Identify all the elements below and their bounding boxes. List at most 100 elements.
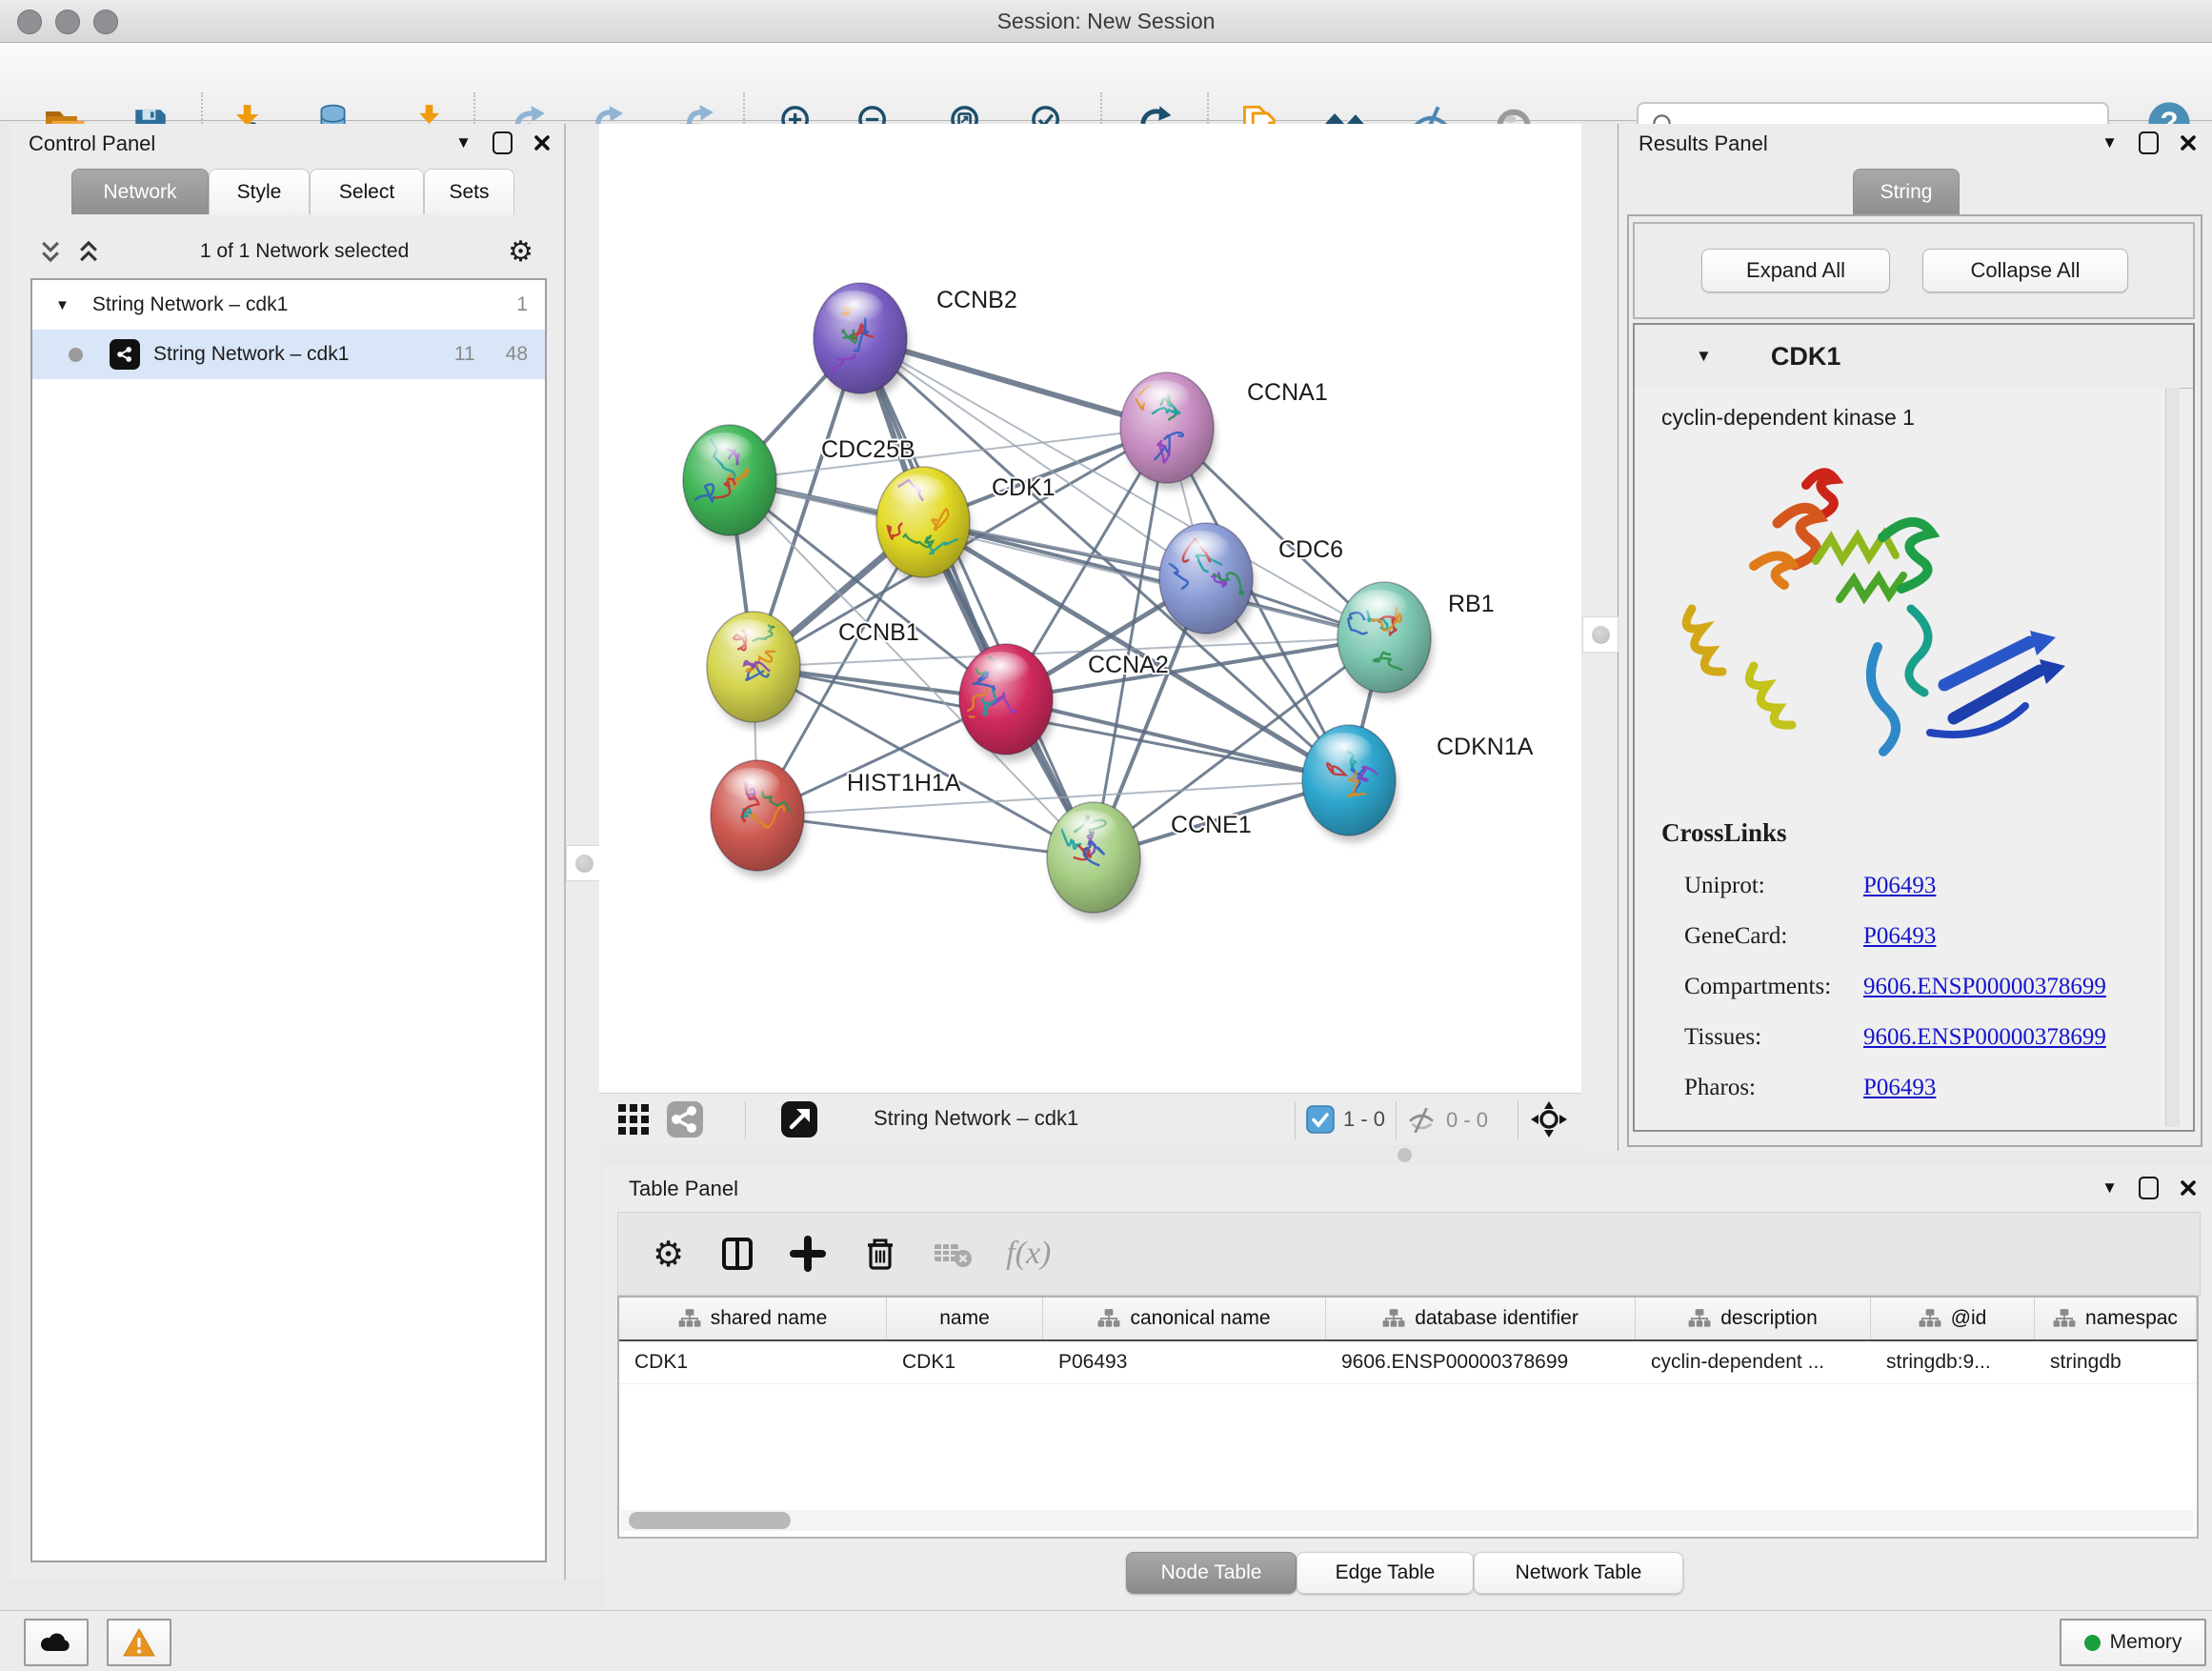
add-column-icon[interactable] bbox=[789, 1235, 827, 1273]
tab-edge-table[interactable]: Edge Table bbox=[1297, 1552, 1474, 1594]
share-view-icon[interactable] bbox=[666, 1100, 704, 1138]
tab-style[interactable]: Style bbox=[209, 169, 310, 214]
network-list: ▼ String Network – cdk1 1 String Network… bbox=[30, 278, 547, 1562]
tab-select[interactable]: Select bbox=[310, 169, 424, 214]
window-title: Session: New Session bbox=[0, 9, 2212, 34]
delete-column-icon[interactable] bbox=[861, 1235, 899, 1273]
detach-view-icon[interactable] bbox=[780, 1100, 818, 1138]
grid-view-icon[interactable] bbox=[614, 1100, 653, 1138]
panel-close-icon[interactable] bbox=[2180, 1179, 2197, 1197]
crosslink-link[interactable]: P06493 bbox=[1863, 1075, 1936, 1101]
network-node-RB1[interactable] bbox=[1337, 582, 1433, 699]
entry-expander-icon[interactable]: ▼ bbox=[1696, 347, 1712, 366]
table-toolbar: ⚙ f(x) bbox=[617, 1212, 2201, 1296]
network-view-title: String Network – cdk1 bbox=[874, 1106, 1078, 1131]
table-cell[interactable]: CDK1 bbox=[887, 1341, 1043, 1383]
left-splitter-handle[interactable] bbox=[566, 845, 602, 881]
network-node-CCNB1[interactable] bbox=[707, 612, 802, 729]
network-node-CDK1[interactable] bbox=[876, 467, 972, 584]
tab-string[interactable]: String bbox=[1853, 169, 1960, 214]
expand-all-networks-icon[interactable] bbox=[76, 239, 101, 264]
crosslink-link[interactable]: P06493 bbox=[1863, 923, 1936, 950]
expand-all-button[interactable]: Expand All bbox=[1701, 249, 1890, 292]
network-edge-CCNA2-CDKN1A[interactable] bbox=[1006, 699, 1349, 780]
column-header-description[interactable]: description bbox=[1636, 1298, 1871, 1339]
collapse-all-button[interactable]: Collapse All bbox=[1922, 249, 2128, 292]
panel-float-icon[interactable] bbox=[2139, 131, 2159, 154]
node-label-CDC25B: CDC25B bbox=[821, 436, 915, 463]
panel-collapse-icon[interactable]: ▼ bbox=[2101, 133, 2118, 152]
table-row[interactable]: CDK1CDK1P064939606.ENSP00000378699cyclin… bbox=[619, 1341, 2197, 1384]
show-columns-icon[interactable] bbox=[718, 1235, 756, 1273]
column-header-canonical-name[interactable]: canonical name bbox=[1043, 1298, 1326, 1339]
network-edge-CCNE1-HIST1H1A[interactable] bbox=[757, 815, 1094, 857]
network-options-gear-icon[interactable]: ⚙ bbox=[508, 235, 533, 269]
tab-sets[interactable]: Sets bbox=[424, 169, 514, 214]
collapse-all-networks-icon[interactable] bbox=[38, 239, 63, 264]
navigator-crosshair-icon[interactable] bbox=[1529, 1099, 1569, 1139]
network-node-CDC25B[interactable] bbox=[683, 425, 778, 542]
node-label-CCNA2: CCNA2 bbox=[1088, 652, 1169, 678]
column-header--id[interactable]: @id bbox=[1871, 1298, 2035, 1339]
crosslink-label: Compartments: bbox=[1684, 974, 1863, 1000]
gene-entry-header[interactable]: ▼ CDK1 bbox=[1635, 325, 2193, 389]
protein-structure-image bbox=[1663, 447, 2073, 799]
tab-node-table[interactable]: Node Table bbox=[1126, 1552, 1297, 1594]
tab-network[interactable]: Network bbox=[71, 169, 209, 214]
column-header-shared-name[interactable]: shared name bbox=[619, 1298, 887, 1339]
crosslink-row: Compartments:9606.ENSP00000378699 bbox=[1684, 961, 2142, 1012]
column-header-database-identifier[interactable]: database identifier bbox=[1326, 1298, 1636, 1339]
table-hscrollbar-thumb[interactable] bbox=[629, 1512, 791, 1529]
network-collection-row[interactable]: ▼ String Network – cdk1 1 bbox=[32, 280, 545, 330]
network-node-CCNA1[interactable] bbox=[1120, 372, 1216, 490]
panel-collapse-icon[interactable]: ▼ bbox=[2101, 1178, 2118, 1198]
right-splitter-handle[interactable] bbox=[1582, 616, 1619, 653]
network-row[interactable]: String Network – cdk1 11 48 bbox=[32, 330, 545, 379]
panel-close-icon[interactable] bbox=[533, 134, 551, 151]
column-header-namespac[interactable]: namespac bbox=[2035, 1298, 2197, 1339]
crosslink-link[interactable]: P06493 bbox=[1863, 873, 1936, 899]
delete-table-icon bbox=[932, 1235, 974, 1273]
horizontal-splitter[interactable] bbox=[599, 1145, 1581, 1165]
network-type-icon bbox=[110, 339, 140, 370]
network-canvas[interactable]: CCNB2CCNA1CDC25BCDK1CDC6RB1CCNB1CCNA2CDK… bbox=[599, 124, 1581, 1093]
crosslinks-heading: CrossLinks bbox=[1661, 818, 1787, 848]
horizontal-splitter-handle[interactable] bbox=[1398, 1148, 1412, 1162]
memory-button[interactable]: Memory bbox=[2060, 1619, 2206, 1666]
right-splitter[interactable] bbox=[1581, 124, 1620, 1151]
table-settings-gear-icon[interactable]: ⚙ bbox=[653, 1234, 684, 1275]
node-label-HIST1H1A: HIST1H1A bbox=[847, 770, 961, 796]
crosslink-link[interactable]: 9606.ENSP00000378699 bbox=[1863, 974, 2106, 1000]
column-header-name[interactable]: name bbox=[887, 1298, 1043, 1339]
table-cell[interactable]: 9606.ENSP00000378699 bbox=[1326, 1341, 1636, 1383]
node-label-RB1: RB1 bbox=[1448, 591, 1495, 617]
warnings-button[interactable] bbox=[107, 1619, 171, 1666]
tree-expander-icon[interactable]: ▼ bbox=[55, 297, 70, 313]
panel-float-icon[interactable] bbox=[2139, 1177, 2159, 1199]
left-splitter[interactable] bbox=[564, 124, 601, 1580]
node-label-CDK1: CDK1 bbox=[992, 474, 1056, 501]
network-node-CCNA2[interactable] bbox=[959, 644, 1055, 761]
table-cell[interactable]: CDK1 bbox=[619, 1341, 887, 1383]
panel-close-icon[interactable] bbox=[2180, 134, 2197, 151]
tab-network-table[interactable]: Network Table bbox=[1474, 1552, 1683, 1594]
table-cell[interactable]: stringdb bbox=[2035, 1341, 2197, 1383]
network-node-HIST1H1A[interactable] bbox=[711, 760, 806, 877]
network-graph[interactable]: CCNB2CCNA1CDC25BCDK1CDC6RB1CCNB1CCNA2CDK… bbox=[599, 124, 1581, 1093]
table-hscrollbar[interactable] bbox=[621, 1510, 2193, 1531]
entry-scrollbar[interactable] bbox=[2165, 388, 2180, 1127]
table-cell[interactable]: P06493 bbox=[1043, 1341, 1326, 1383]
crosslink-row: Uniprot:P06493 bbox=[1684, 860, 2142, 911]
panel-collapse-icon[interactable]: ▼ bbox=[455, 133, 472, 152]
network-node-CCNB2[interactable] bbox=[814, 283, 909, 400]
panel-float-icon[interactable] bbox=[493, 131, 513, 154]
table-cell[interactable]: cyclin-dependent ... bbox=[1636, 1341, 1871, 1383]
selected-checkbox-icon[interactable] bbox=[1306, 1105, 1335, 1134]
cloud-button[interactable] bbox=[24, 1619, 89, 1666]
crosslink-link[interactable]: 9606.ENSP00000378699 bbox=[1863, 1024, 2106, 1051]
network-node-CDKN1A[interactable] bbox=[1302, 725, 1398, 842]
table-cell[interactable]: stringdb:9... bbox=[1871, 1341, 2035, 1383]
control-panel: Control Panel ▼ Network Style Select Set… bbox=[10, 124, 564, 1580]
column-header-label: @id bbox=[1951, 1307, 1987, 1330]
network-node-CCNE1[interactable] bbox=[1047, 802, 1142, 919]
